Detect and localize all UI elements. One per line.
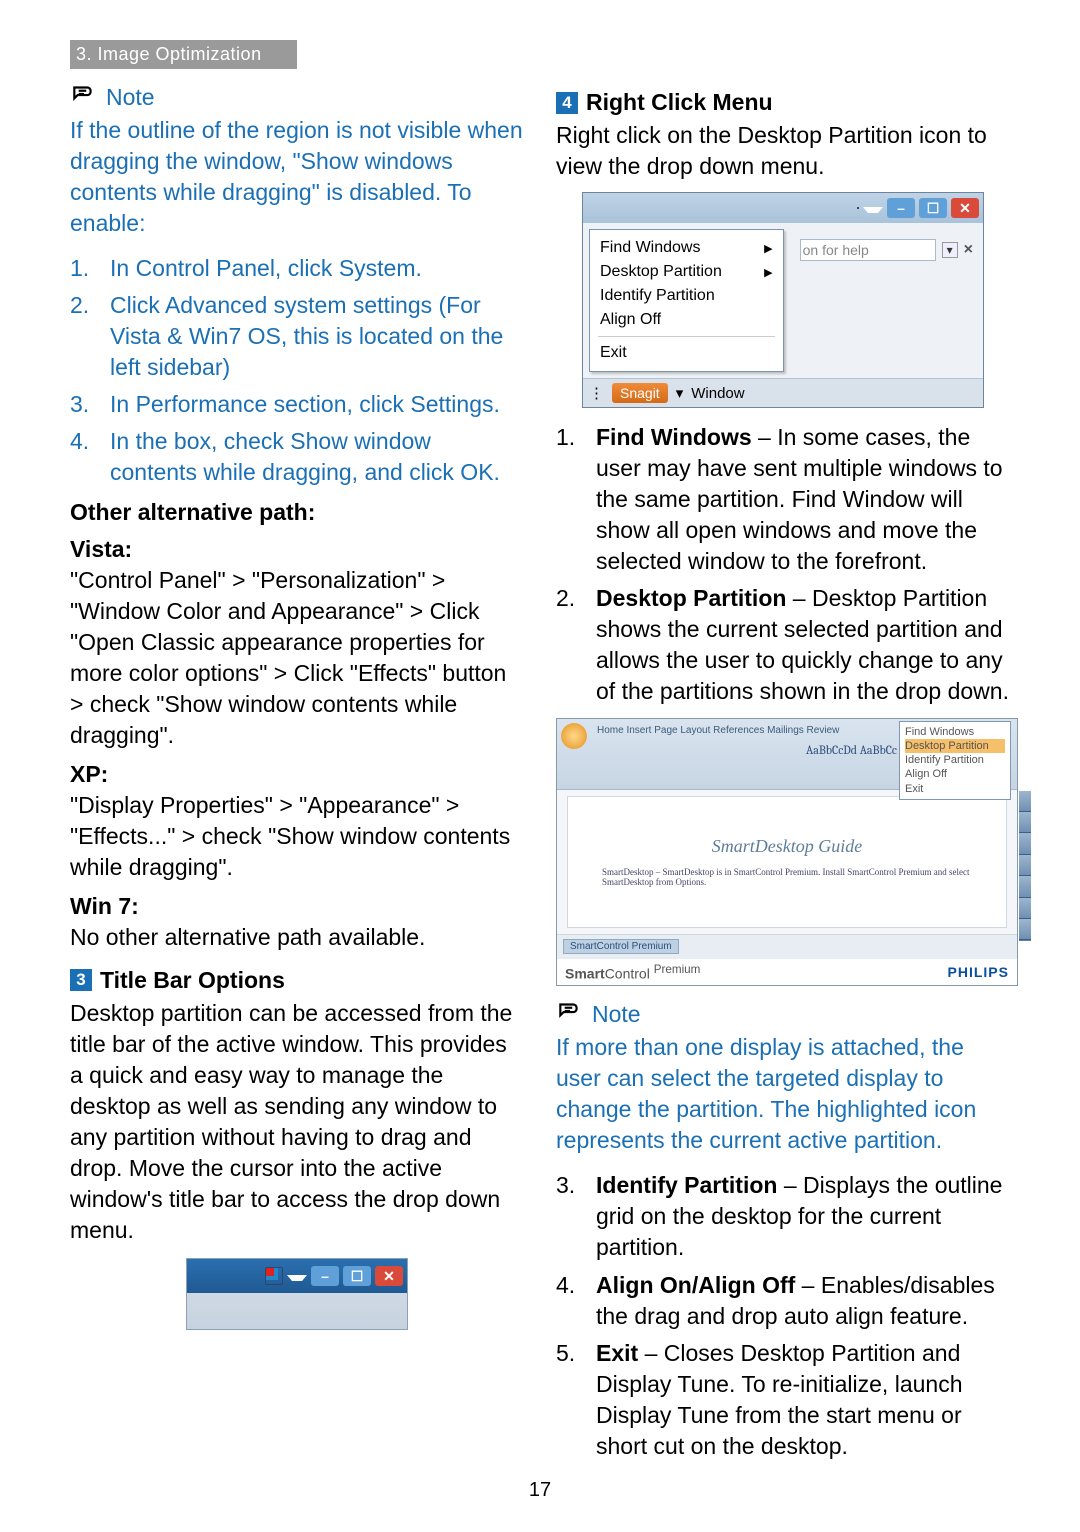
dropdown-icon [863,207,883,213]
section-4-title: 4 Right Click Menu [556,89,1010,116]
ribbon-styles: AaBbCcDd AaBbCc [806,743,897,757]
close-icon: ✕ [375,1266,403,1286]
partition-icon [857,207,859,209]
philips-logo: PHILIPS [948,964,1009,980]
logo-reg: Control [605,965,654,981]
vista-path: "Control Panel" > "Personalization" > "W… [70,565,524,751]
menu-item: Align Off [598,308,775,332]
window-label: Window [691,385,744,402]
win7-path: No other alternative path available. [70,922,524,953]
office-orb-icon [561,723,587,749]
submenu-arrow-icon: ▶ [764,266,772,279]
partition-screenshot: Home Insert Page Layout References Maili… [556,718,1018,987]
alt-path-heading: Other alternative path: [70,499,524,526]
section-4-body: Right click on the Desktop Partition ico… [556,120,1010,182]
mini-menu-item: Align Off [905,767,1005,781]
partition-icon [265,1267,283,1285]
xp-heading: XP: [70,761,524,788]
close-icon: ✕ [951,198,979,218]
logo-bold: Smart [565,965,605,981]
ribbon-tabs: Home Insert Page Layout References Maili… [597,725,839,736]
win7-heading: Win 7: [70,893,524,920]
section-number-icon: 4 [556,92,578,114]
menu-item: Find Windows ▶ [598,236,775,260]
context-menu: Find Windows ▶ Desktop Partition ▶ Identif… [589,229,784,372]
side-icons [1019,791,1031,941]
note-heading: Note [556,998,1010,1030]
step-text: In Control Panel, click System. [110,253,422,284]
mini-menu-item: Find Windows [905,725,1005,739]
list-lead: Align On/Align Off [596,1272,795,1298]
minimize-icon: – [887,198,915,218]
mini-menu-item: Exit [905,782,1005,796]
help-search: ▾ × [800,239,973,261]
list-item: Align On/Align Off – Enables/disables th… [556,1270,1010,1332]
note-label: Note [106,84,155,111]
section-header: 3. Image Optimization [70,40,297,69]
list-item: Exit – Closes Desktop Partition and Disp… [556,1338,1010,1462]
note-icon [70,81,96,113]
mini-menu-item: Identify Partition [905,753,1005,767]
mini-menu-item: Desktop Partition [905,739,1005,753]
context-menu-figure: – ☐ ✕ Find Windows ▶ Desktop Partition ▶ I… [582,192,984,408]
menu-item: Desktop Partition ▶ [598,260,775,284]
vista-heading: Vista: [70,536,524,563]
snagit-badge: Snagit [612,383,668,403]
menu-item: Exit [598,341,775,365]
menu-item-label: Exit [600,344,627,362]
dropdown-icon [287,1275,307,1281]
list-item: Identify Partition – Displays the outlin… [556,1170,1010,1263]
menu-item-label: Find Windows [600,239,700,257]
list-lead: Exit [596,1340,638,1366]
section-number-icon: 3 [70,969,92,991]
maximize-icon: ☐ [919,198,947,218]
list-lead: Find Windows [596,424,752,450]
smartcontrol-logo: SmartControl Premium [565,963,700,982]
xp-path: "Display Properties" > "Appearance" > "E… [70,790,524,883]
section-3-body: Desktop partition can be accessed from t… [70,998,524,1246]
enable-steps: In Control Panel, click System. Click Ad… [70,253,524,488]
list-rest: – Closes Desktop Partition and Display T… [596,1340,962,1459]
note-body: If the outline of the region is not visi… [70,115,524,239]
list-item: Desktop Partition – Desktop Partition sh… [556,583,1010,707]
logo-sup: Premium [654,963,701,976]
note-body: If more than one display is attached, th… [556,1032,1010,1156]
help-dropdown-icon: ▾ [942,242,958,258]
menu-item-label: Desktop Partition [600,263,722,281]
dots-icon: ⋮ [589,384,604,402]
note-label: Note [592,1001,641,1028]
step-text: Click Advanced system settings (For Vist… [110,290,524,383]
toolbar-dropdown-icon: ▾ [676,384,684,402]
menu-desc-list: Find Windows – In some cases, the user m… [556,422,1010,707]
menu-item-label: Align Off [600,311,661,329]
right-column: 4 Right Click Menu Right click on the De… [556,75,1010,1472]
help-close-icon: × [964,241,973,259]
step-text: In the box, check Show window contents w… [110,426,524,488]
note-heading: Note [70,81,524,113]
doc-subtitle: SmartDesktop – SmartDesktop is in SmartC… [602,867,972,887]
doc-title: SmartDesktop Guide [712,836,862,857]
submenu-arrow-icon: ▶ [764,242,772,255]
section-3-label: Title Bar Options [100,967,285,994]
menu-item-label: Identify Partition [600,287,715,305]
help-input [800,239,936,261]
mini-context-menu: Find Windows Desktop Partition Identify … [899,721,1011,800]
menu-item: Identify Partition [598,284,775,308]
list-lead: Desktop Partition [596,585,786,611]
taskbar-chip: SmartControl Premium [563,939,679,954]
step-text: In Performance section, click Settings. [110,389,500,420]
page-number: 17 [0,1479,1080,1502]
menu-desc-list-2: Identify Partition – Displays the outlin… [556,1170,1010,1461]
left-column: Note If the outline of the region is not… [70,75,524,1472]
maximize-icon: ☐ [343,1266,371,1286]
section-3-title: 3 Title Bar Options [70,967,524,994]
note-icon [556,998,582,1030]
list-lead: Identify Partition [596,1172,777,1198]
section-4-label: Right Click Menu [586,89,773,116]
list-item: Find Windows – In some cases, the user m… [556,422,1010,577]
titlebar-figure: – ☐ ✕ [70,1258,524,1330]
minimize-icon: – [311,1266,339,1286]
